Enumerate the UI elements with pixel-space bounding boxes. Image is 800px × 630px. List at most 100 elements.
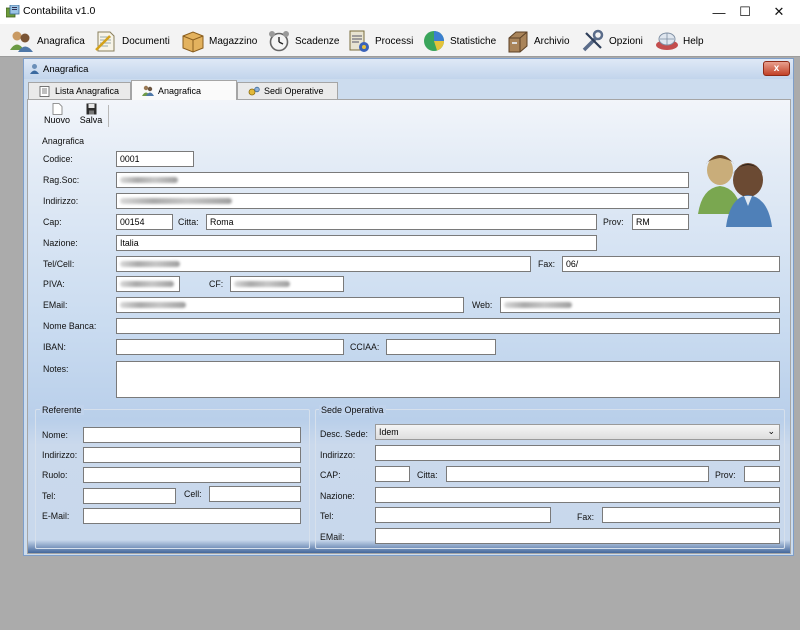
sede-email-field[interactable] [375, 528, 780, 544]
menu-bar: Anagrafica Documenti Magazzino Scadenze … [0, 24, 800, 57]
menu-label: Opzioni [609, 35, 643, 47]
sede-desc-label: Desc. Sede: [320, 429, 368, 439]
ref-indirizzo-field[interactable] [83, 447, 301, 463]
notes-field[interactable] [116, 361, 780, 398]
banca-field[interactable] [116, 318, 780, 334]
menu-opzioni[interactable]: Opzioni [580, 27, 643, 55]
nazione-label: Nazione: [43, 238, 78, 248]
sede-nazione-field[interactable] [375, 487, 780, 503]
pie-chart-icon [424, 31, 444, 51]
tab-lista-anagrafica[interactable]: Lista Anagrafica [28, 82, 131, 99]
citta-field[interactable]: Roma [206, 214, 597, 230]
menu-statistiche[interactable]: Statistiche [421, 27, 496, 55]
indirizzo-field[interactable] [116, 193, 689, 209]
iban-field[interactable] [116, 339, 344, 355]
codice-field[interactable]: 0001 [116, 151, 194, 167]
notes-label: Notes: [43, 364, 69, 374]
redacted-text [120, 281, 174, 287]
fax-field[interactable]: 06/ [562, 256, 780, 272]
codice-label: Codice: [43, 154, 73, 164]
nazione-field[interactable]: Italia [116, 235, 597, 251]
sede-citta-field[interactable] [446, 466, 709, 482]
tab-strip: Lista Anagrafica Anagrafica Sedi Operati… [27, 79, 792, 100]
help-icon [656, 32, 678, 50]
redacted-text [504, 302, 572, 308]
save-icon [86, 103, 96, 115]
menu-scadenze[interactable]: Scadenze [266, 27, 339, 55]
child-title-bar[interactable]: Anagrafica x [24, 59, 793, 79]
tab-anagrafica[interactable]: Anagrafica [131, 80, 237, 100]
sede-group-label: Sede Operativa [319, 405, 386, 415]
ref-cell-label: Cell: [184, 489, 202, 499]
redacted-text [120, 177, 178, 183]
cf-field[interactable] [230, 276, 344, 292]
menu-anagrafica[interactable]: Anagrafica [8, 27, 85, 55]
menu-processi[interactable]: Processi [346, 27, 413, 55]
sede-desc-select[interactable]: Idem ⌄ [375, 424, 780, 440]
ref-indirizzo-label: Indirizzo: [42, 450, 78, 460]
cciaa-field[interactable] [386, 339, 496, 355]
menu-documenti[interactable]: Documenti [93, 27, 170, 55]
people-icon [698, 155, 772, 227]
tools-icon [582, 29, 604, 52]
ref-email-label: E-Mail: [42, 511, 70, 521]
ref-ruolo-label: Ruolo: [42, 470, 68, 480]
new-button[interactable]: Nuovo [42, 103, 72, 129]
sede-fax-label: Fax: [577, 512, 595, 522]
piva-field[interactable] [116, 276, 180, 292]
menu-help[interactable]: Help [654, 27, 704, 55]
tab-label: Lista Anagrafica [55, 86, 120, 96]
prov-field[interactable]: RM [632, 214, 689, 230]
document-icon [95, 31, 115, 52]
sede-cap-label: CAP: [320, 470, 341, 480]
redacted-text [120, 261, 180, 267]
email-field[interactable] [116, 297, 464, 313]
sede-email-label: EMail: [320, 532, 345, 542]
menu-label: Processi [375, 35, 414, 47]
menu-magazzino[interactable]: Magazzino [180, 27, 257, 55]
child-close-button[interactable]: x [763, 61, 790, 76]
toolbar-separator [108, 105, 109, 127]
sede-prov-field[interactable] [744, 466, 780, 482]
sede-desc-value: Idem [379, 427, 399, 437]
ragsoc-field[interactable] [116, 172, 689, 188]
sede-tel-field[interactable] [375, 507, 551, 523]
app-icon [6, 5, 20, 18]
cap-label: Cap: [43, 217, 62, 227]
sede-indirizzo-label: Indirizzo: [320, 450, 356, 460]
sede-fax-field[interactable] [602, 507, 780, 523]
close-button[interactable]: ✕ [756, 0, 800, 24]
web-label: Web: [472, 300, 493, 310]
ref-email-field[interactable] [83, 508, 301, 524]
web-field[interactable] [500, 297, 780, 313]
cap-field[interactable]: 00154 [116, 214, 173, 230]
user-icon [30, 64, 39, 74]
ref-tel-field[interactable] [83, 488, 176, 504]
banca-label: Nome Banca: [43, 321, 97, 331]
archive-icon [508, 31, 528, 53]
piva-label: PIVA: [43, 279, 65, 289]
ref-nome-field[interactable] [83, 427, 301, 443]
tab-sedi-operative[interactable]: Sedi Operative [237, 82, 338, 99]
save-button[interactable]: Salva [76, 103, 106, 129]
sede-citta-label: Citta: [417, 470, 438, 480]
window-title: Contabilita v1.0 [23, 5, 96, 17]
sede-tel-label: Tel: [320, 511, 334, 521]
chevron-down-icon[interactable]: ⌄ [767, 426, 775, 437]
anagrafica-tab-page: Nuovo Salva Anagrafica Codice: 0001 Rag.… [27, 99, 791, 554]
sede-cap-field[interactable] [375, 466, 410, 482]
list-icon [39, 85, 50, 97]
ref-tel-label: Tel: [42, 491, 56, 501]
redacted-text [120, 302, 186, 308]
citta-label: Citta: [178, 217, 199, 227]
ref-ruolo-field[interactable] [83, 467, 301, 483]
menu-archivio[interactable]: Archivio [505, 27, 570, 55]
menu-label: Documenti [122, 35, 170, 47]
user-icon [142, 85, 154, 96]
ref-cell-field[interactable] [209, 486, 301, 502]
cciaa-label: CCIAA: [350, 342, 380, 352]
sede-indirizzo-field[interactable] [375, 445, 780, 461]
new-label: Nuovo [43, 115, 70, 125]
tel-field[interactable] [116, 256, 531, 272]
menu-label: Archivio [534, 35, 570, 47]
